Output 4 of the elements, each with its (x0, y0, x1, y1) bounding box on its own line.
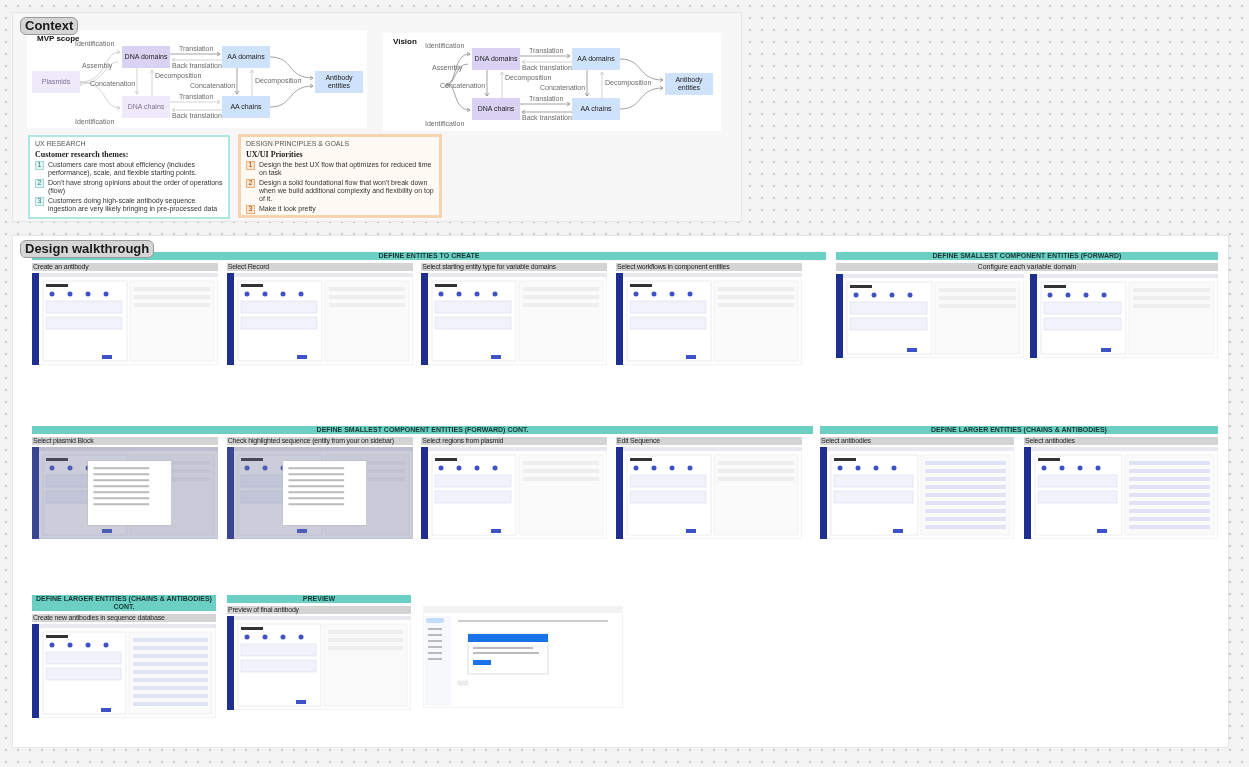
note-title: UX/UI Priorities (246, 150, 304, 159)
frame-title: Context (20, 17, 79, 35)
note-title: Customer research themes: (35, 150, 130, 159)
diagram-title: Vision (393, 36, 417, 48)
